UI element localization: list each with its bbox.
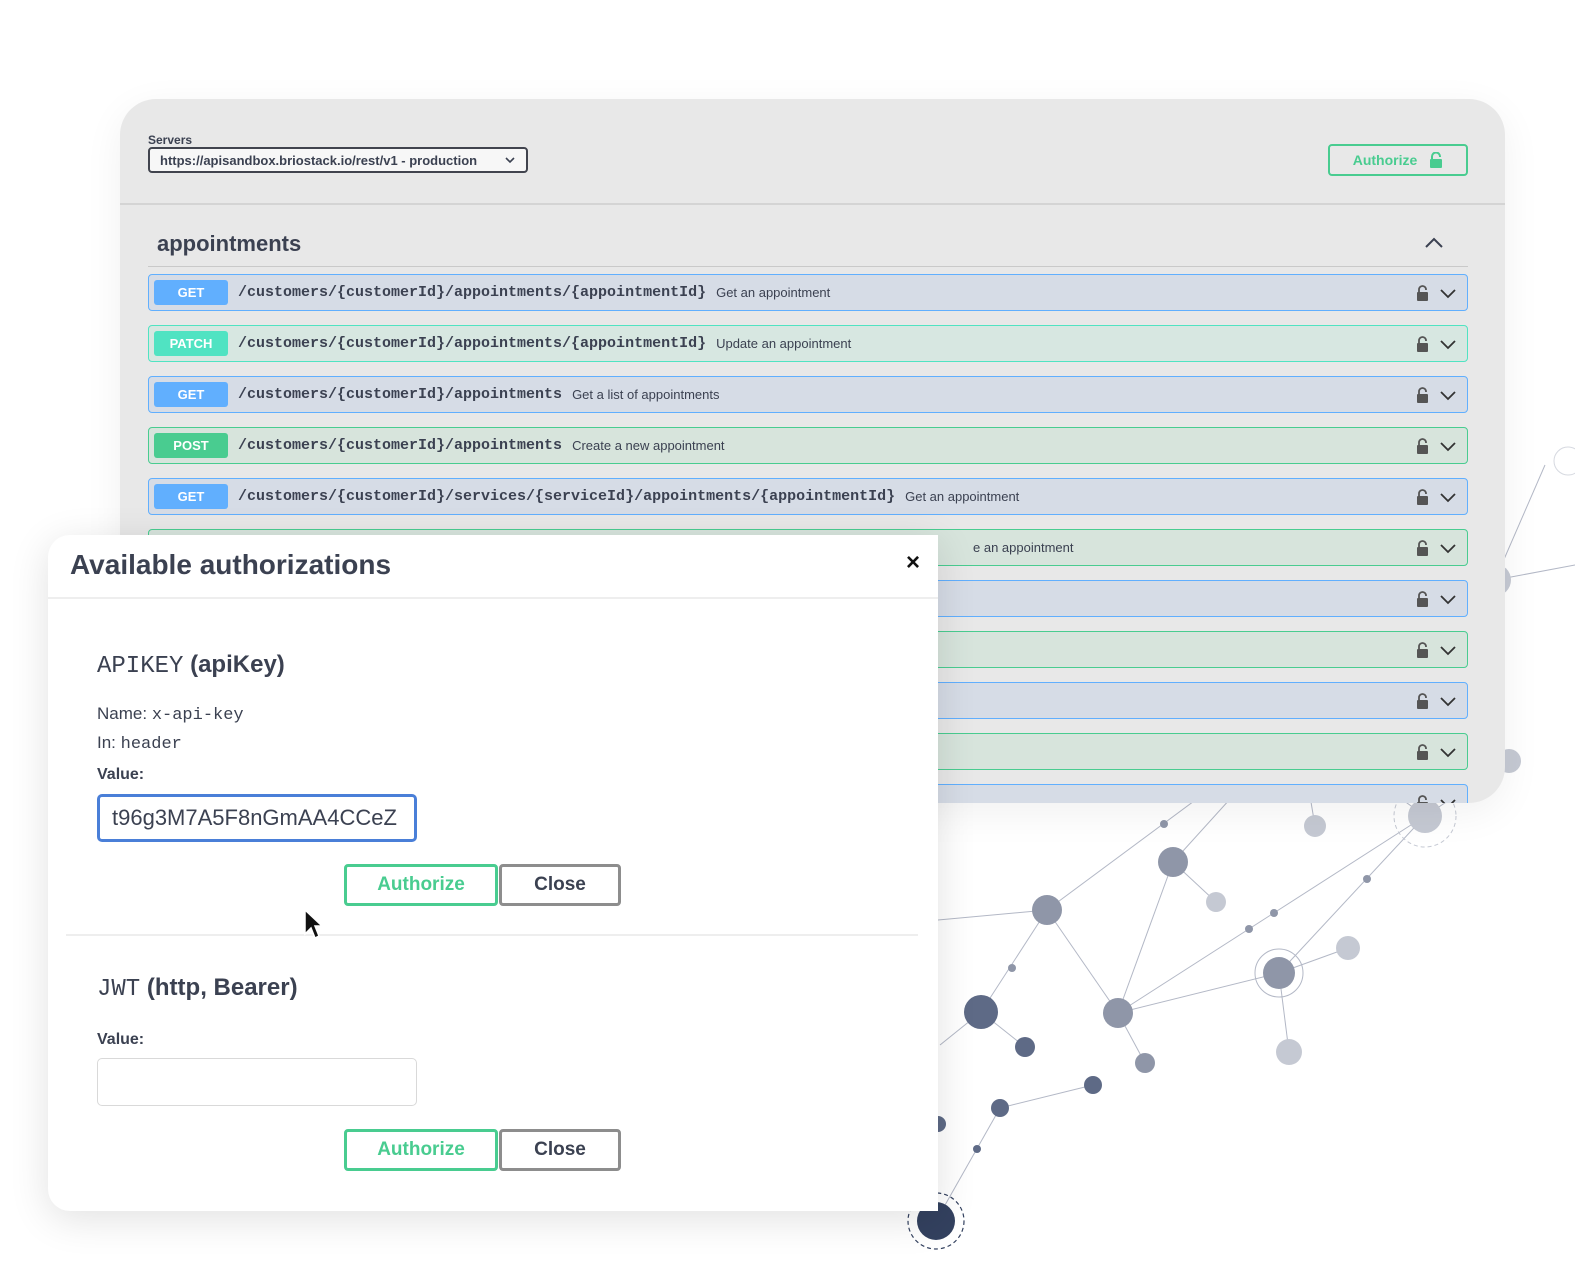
jwt-close-button[interactable]: Close xyxy=(499,1129,621,1171)
chevron-down-icon[interactable] xyxy=(1439,542,1457,554)
mouse-pointer-icon xyxy=(304,908,323,940)
jwt-value-label: Value: xyxy=(97,1031,145,1048)
apikey-name-row: Name: x-api-key xyxy=(97,704,244,725)
section-divider xyxy=(66,934,918,936)
chevron-down-icon[interactable] xyxy=(1439,746,1457,758)
server-select[interactable]: https://apisandbox.briostack.io/rest/v1 … xyxy=(148,147,528,173)
chevron-down-icon[interactable] xyxy=(1439,287,1457,299)
lock-icon[interactable] xyxy=(1416,692,1429,709)
lock-icon[interactable] xyxy=(1416,335,1429,352)
apikey-in-label: In: xyxy=(97,733,116,752)
authorizations-modal: Available authorizations × APIKEY (apiKe… xyxy=(48,535,938,1211)
apikey-section-title: APIKEY (apiKey) xyxy=(97,651,285,680)
operation-row[interactable]: GET /customers/{customerId}/services/{se… xyxy=(148,478,1468,515)
chevron-down-icon[interactable] xyxy=(1439,593,1457,605)
method-badge: GET xyxy=(154,280,228,305)
tag-title[interactable]: appointments xyxy=(157,231,301,257)
unlock-icon xyxy=(1430,152,1443,168)
operation-summary: Get an appointment xyxy=(716,285,831,300)
header-divider xyxy=(120,203,1505,205)
operation-row[interactable]: GET /customers/{customerId}/appointments… xyxy=(148,376,1468,413)
tag-divider xyxy=(148,266,1468,267)
jwt-title-type: (http, Bearer) xyxy=(146,974,298,1001)
lock-icon[interactable] xyxy=(1416,590,1429,607)
lock-icon[interactable] xyxy=(1416,488,1429,505)
chevron-down-icon[interactable] xyxy=(1439,338,1457,350)
chevron-down-icon[interactable] xyxy=(1439,695,1457,707)
method-badge: POST xyxy=(154,433,228,458)
lock-icon[interactable] xyxy=(1416,539,1429,556)
jwt-title-mono: JWT xyxy=(97,976,141,1003)
apikey-in-row: In: header xyxy=(97,733,182,754)
chevron-down-icon[interactable] xyxy=(1439,389,1457,401)
operation-summary: Get a list of appointments xyxy=(572,387,720,402)
servers-label: Servers xyxy=(148,133,193,147)
jwt-authorize-button[interactable]: Authorize xyxy=(344,1129,498,1171)
chevron-down-icon[interactable] xyxy=(1439,491,1457,503)
close-icon[interactable]: × xyxy=(906,551,920,575)
jwt-section-title: JWT (http, Bearer) xyxy=(97,974,298,1003)
operation-row[interactable]: POST /customers/{customerId}/appointment… xyxy=(148,427,1468,464)
lock-icon[interactable] xyxy=(1416,794,1429,804)
apikey-close-button[interactable]: Close xyxy=(499,864,621,906)
lock-icon[interactable] xyxy=(1416,437,1429,454)
operation-row[interactable]: PATCH /customers/{customerId}/appointmen… xyxy=(148,325,1468,362)
chevron-up-icon[interactable] xyxy=(1423,235,1445,251)
operation-summary: e an appointment xyxy=(973,540,1074,555)
apikey-name-value: x-api-key xyxy=(151,706,244,725)
chevron-down-icon xyxy=(505,157,515,164)
lock-icon[interactable] xyxy=(1416,743,1429,760)
modal-divider xyxy=(48,597,938,599)
operation-path: /customers/{customerId}/appointments/{ap… xyxy=(238,284,707,301)
lock-icon[interactable] xyxy=(1416,386,1429,403)
apikey-value-label: Value: xyxy=(97,766,145,783)
chevron-down-icon[interactable] xyxy=(1439,440,1457,452)
apikey-name-label: Name: xyxy=(97,704,148,723)
operation-summary: Update an appointment xyxy=(716,336,852,351)
modal-title: Available authorizations xyxy=(70,549,392,580)
method-badge: PATCH xyxy=(154,331,228,356)
jwt-value-input[interactable] xyxy=(97,1058,417,1106)
server-select-value: https://apisandbox.briostack.io/rest/v1 … xyxy=(160,152,478,168)
chevron-down-icon[interactable] xyxy=(1439,644,1457,656)
apikey-value-input[interactable] xyxy=(97,794,417,842)
lock-icon[interactable] xyxy=(1416,284,1429,301)
apikey-in-value: header xyxy=(120,735,182,754)
method-badge: GET xyxy=(154,382,228,407)
operation-path: /customers/{customerId}/appointments xyxy=(238,386,563,403)
chevron-down-icon[interactable] xyxy=(1439,797,1457,804)
method-badge: GET xyxy=(154,484,228,509)
operation-path: /customers/{customerId}/appointments xyxy=(238,437,563,454)
operation-row[interactable]: GET /customers/{customerId}/appointments… xyxy=(148,274,1468,311)
apikey-title-mono: APIKEY xyxy=(97,653,184,680)
apikey-authorize-button[interactable]: Authorize xyxy=(344,864,498,906)
operation-path: /customers/{customerId}/services/{servic… xyxy=(238,488,896,505)
lock-icon[interactable] xyxy=(1416,641,1429,658)
operation-summary: Create a new appointment xyxy=(572,438,725,453)
authorize-button[interactable]: Authorize xyxy=(1328,144,1468,176)
apikey-title-type: (apiKey) xyxy=(190,651,285,678)
authorize-button-label: Authorize xyxy=(1352,152,1418,168)
operation-summary: Get an appointment xyxy=(905,489,1020,504)
operation-path: /customers/{customerId}/appointments/{ap… xyxy=(238,335,707,352)
